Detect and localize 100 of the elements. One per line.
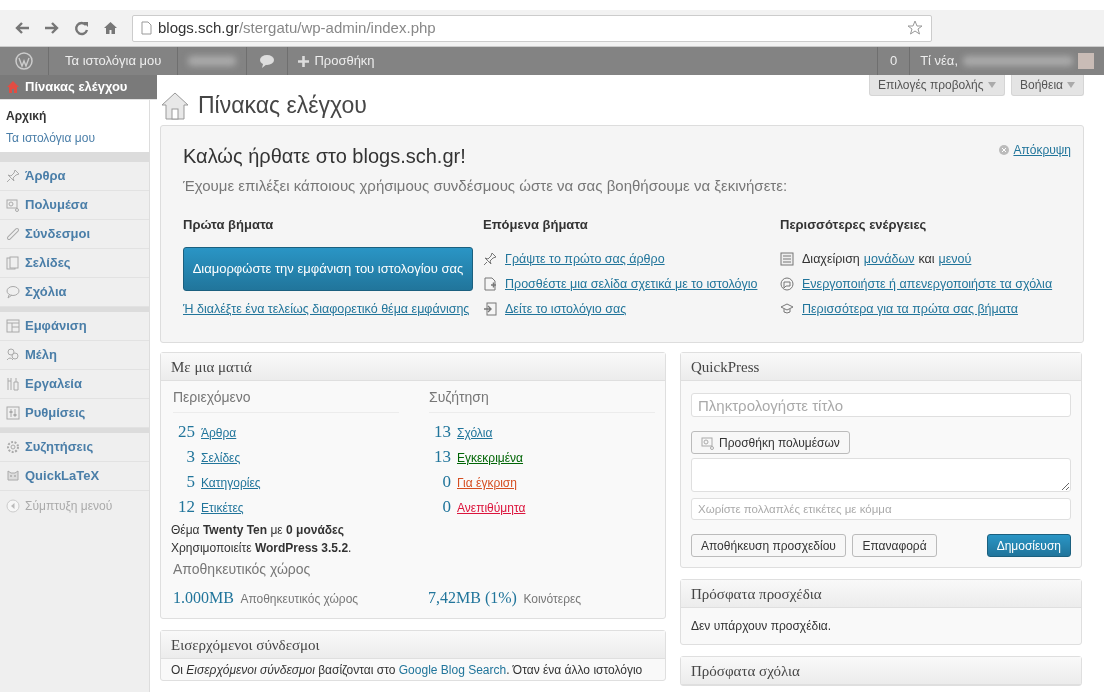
- count[interactable]: 13: [429, 444, 451, 470]
- widgets-icon: [780, 252, 794, 267]
- stat-link[interactable]: Σελίδες: [201, 449, 241, 467]
- publish-button[interactable]: Δημοσίευση: [986, 534, 1071, 557]
- users-icon: [6, 348, 20, 362]
- title-input[interactable]: Πληκτρολογήστε τίτλο: [691, 393, 1071, 417]
- widget-title: Εισερχόμενοι σύνδεσμοι: [161, 631, 665, 659]
- page-add-icon: [483, 277, 497, 292]
- stat-link[interactable]: Σχόλια: [457, 424, 493, 442]
- home-icon: [6, 80, 20, 94]
- stat-link[interactable]: Κατηγορίες: [201, 474, 261, 492]
- submenu-item[interactable]: Αρχική: [0, 105, 149, 127]
- link[interactable]: Περισσότερα για τα πρώτα σας βήματα: [802, 299, 1018, 319]
- stat-link[interactable]: Για έγκριση: [457, 474, 517, 492]
- link[interactable]: μενού: [938, 249, 972, 269]
- stat-link[interactable]: Ετικέτες: [201, 499, 244, 517]
- sidebar-item[interactable]: Εμφάνιση: [0, 312, 149, 341]
- plus-icon: [298, 55, 310, 67]
- empty-message: Δεν υπάρχουν προσχέδια.: [690, 618, 833, 635]
- close-icon: [999, 145, 1010, 155]
- storage-label: Αποθηκευτικός χώρος: [240, 591, 359, 608]
- caret-icon: [987, 82, 996, 88]
- dropdown-tab[interactable]: Επιλογές προβολής: [869, 75, 1005, 96]
- count[interactable]: 0: [429, 494, 451, 520]
- version-info: Χρησιμοποιείτε WordPress 3.5.2.: [170, 540, 353, 557]
- link[interactable]: Γράψτε το πρώτο σας άρθρο: [505, 249, 665, 269]
- redacted-area: [188, 56, 237, 66]
- section-heading: Συζήτηση: [429, 387, 655, 413]
- wordpress-logo-icon[interactable]: [15, 52, 33, 70]
- chain-link-icon: [6, 227, 20, 241]
- link[interactable]: Ή διαλέξτε ένα τελείως διαφορετικό θέμα εμφάνισης: [183, 299, 470, 319]
- pushpin-icon: [6, 169, 20, 183]
- comment-off-icon: [780, 277, 794, 292]
- widget-title: Πρόσφατα σχόλια: [681, 657, 1081, 685]
- media-icon: [6, 198, 20, 212]
- layout-icon: [6, 319, 20, 333]
- stat-link[interactable]: Εγκεκριμένα: [457, 449, 524, 467]
- sidebar-item[interactable]: Πολυμέσα: [0, 191, 149, 220]
- speech-bubble-icon: [6, 285, 20, 299]
- widget-title: QuickPress: [681, 353, 1081, 381]
- stat-link[interactable]: Άρθρα: [201, 424, 237, 442]
- welcome-subtitle: Έχουμε επιλέξει κάποιους χρήσιμους συνδέσμους ώστε να σας βοηθήσουμε να ξεκινήσετε:: [183, 175, 789, 196]
- url-text: blogs.sch.gr/stergatu/wp-admin/index.php: [158, 17, 436, 38]
- submenu-item[interactable]: Τα ιστολόγια μου: [0, 127, 149, 149]
- sidebar-item[interactable]: Εργαλεία: [0, 370, 149, 399]
- address-bar[interactable]: blogs.sch.gr/stergatu/wp-admin/index.php: [132, 14, 932, 42]
- sidebar-item[interactable]: Μέλη: [0, 341, 149, 370]
- settings-icon: [6, 406, 20, 420]
- house-icon: [160, 91, 190, 121]
- action-button[interactable]: Αποθήκευση προσχεδίου: [691, 534, 846, 557]
- link[interactable]: Ενεργοποιήστε ή απενεργοποιήστε τα σχόλια: [802, 274, 1053, 294]
- cat-face-icon: [6, 469, 20, 483]
- stat-link[interactable]: Ανεπιθύμητα: [457, 499, 526, 517]
- new-content-menu[interactable]: Προσθήκη: [288, 47, 385, 75]
- action-button[interactable]: Επαναφορά: [852, 534, 937, 557]
- widget-title: Με μια ματιά: [161, 353, 665, 381]
- avatar-icon: [1078, 53, 1094, 69]
- star-icon[interactable]: [907, 20, 923, 36]
- sidebar-item[interactable]: Πίνακας ελέγχου: [0, 75, 157, 100]
- media-icon: [701, 435, 715, 450]
- customize-button[interactable]: Διαμορφώστε την εμφάνιση του ιστολογίου σας: [183, 246, 473, 291]
- description-text: Οι Εισερχόμενοι σύνδεσμοι βασίζονται στο Google Blog Search. Όταν ένα άλλο ιστολόγιο: [170, 662, 644, 679]
- pushpin-icon: [483, 252, 497, 267]
- page-title: Πίνακας ελέγχου: [198, 92, 367, 120]
- comment-icon[interactable]: [259, 54, 276, 68]
- enter-icon: [483, 302, 497, 317]
- storage-amount: 7,42MB (1%): [428, 588, 517, 609]
- column-heading: Πρώτα βήματα: [183, 217, 275, 233]
- count[interactable]: 13: [429, 419, 451, 445]
- count[interactable]: 25: [173, 419, 195, 445]
- sidebar-item[interactable]: Σύνδεσμοι: [0, 220, 149, 249]
- sidebar-item[interactable]: QuickLaTeX: [0, 462, 149, 491]
- dismiss-link[interactable]: Απόκρυψη: [999, 141, 1071, 159]
- account-greeting[interactable]: Τί νέα,: [920, 51, 958, 71]
- sidebar-item[interactable]: Σελίδες: [0, 249, 149, 278]
- link[interactable]: Δείτε το ιστολόγιο σας: [505, 299, 627, 319]
- home-icon[interactable]: [103, 21, 118, 35]
- link[interactable]: μονάδων: [863, 249, 915, 269]
- reload-icon[interactable]: [74, 20, 89, 36]
- sidebar-item[interactable]: Συζητήσεις: [0, 433, 149, 462]
- dropdown-tab[interactable]: Βοήθεια: [1011, 75, 1084, 96]
- back-icon[interactable]: [14, 21, 30, 35]
- welcome-title: Καλώς ήρθατε στο blogs.sch.gr!: [183, 144, 466, 168]
- tools-icon: [6, 377, 20, 391]
- gear-icon: [6, 440, 20, 454]
- text: Διαχείριση: [802, 250, 860, 268]
- text: και: [918, 250, 935, 268]
- sidebar-item[interactable]: Άρθρα: [0, 162, 149, 191]
- count[interactable]: 3: [173, 444, 195, 470]
- column-heading: Περισσότερες ενέργειες: [780, 217, 928, 233]
- count[interactable]: 0: [429, 469, 451, 495]
- link[interactable]: Προσθέστε μια σελίδα σχετικά με το ιστολόγιο: [505, 274, 758, 294]
- graduation-cap-icon: [780, 302, 794, 317]
- tags-input[interactable]: Χωρίστε πολλαπλές ετικέτες με κόμμα: [691, 498, 1071, 520]
- caret-icon: [1067, 82, 1075, 88]
- forward-icon[interactable]: [44, 21, 60, 35]
- add-media-button[interactable]: Προσθήκη πολυμέσων: [691, 431, 850, 454]
- section-heading: Αποθηκευτικός χώρος: [172, 560, 312, 579]
- count[interactable]: 5: [173, 469, 195, 495]
- count[interactable]: 12: [173, 494, 195, 520]
